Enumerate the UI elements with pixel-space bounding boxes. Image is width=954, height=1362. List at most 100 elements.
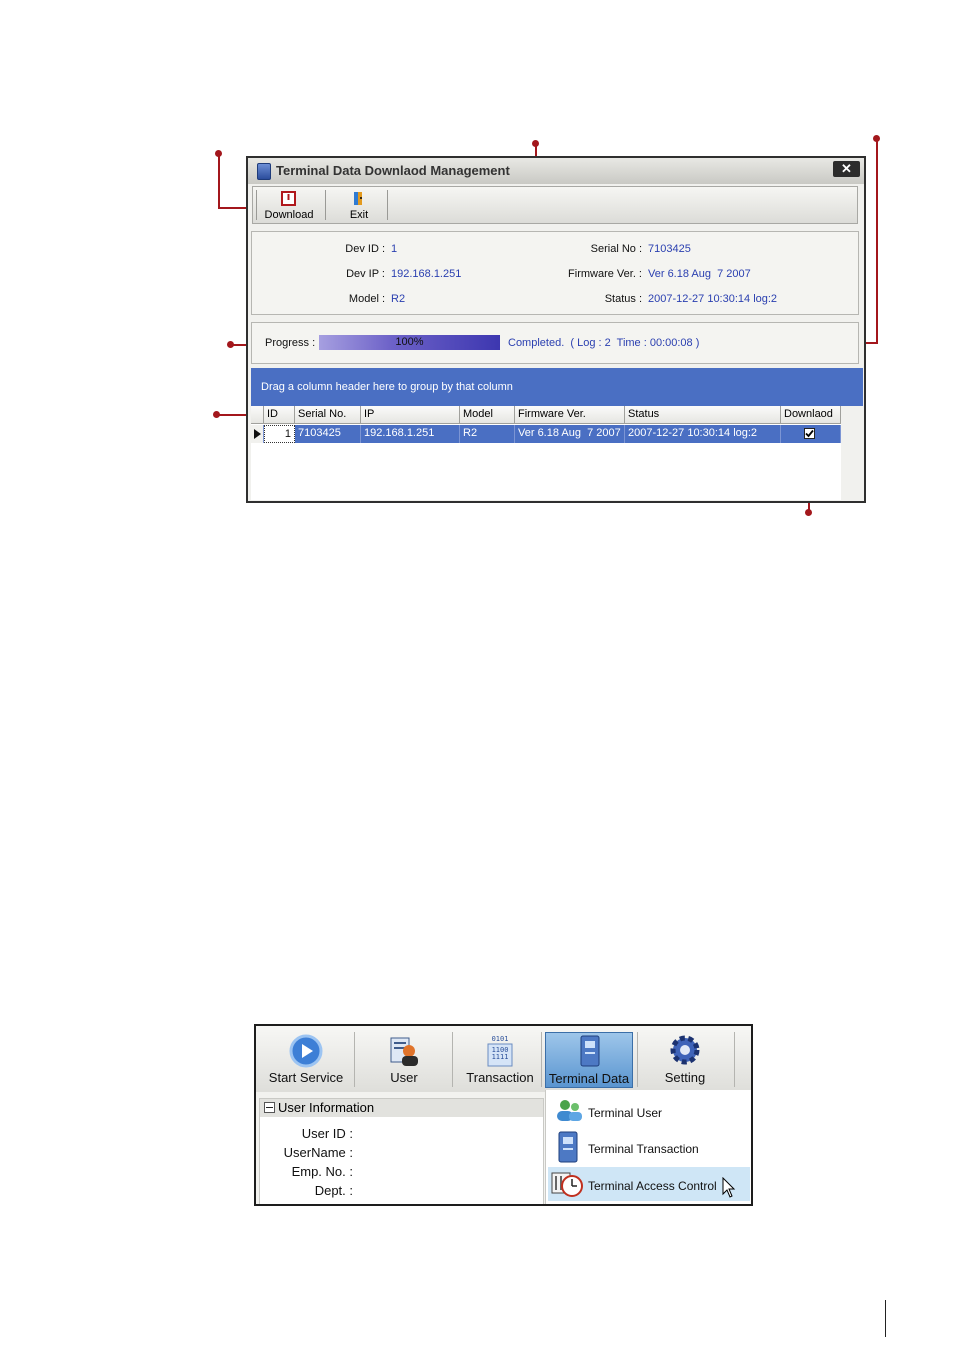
terminal-data-dropdown: Terminal User Terminal Transaction Termi… [545,1090,751,1204]
group-by-bar[interactable]: Drag a column header here to group by th… [251,368,863,406]
toolbar-separator [325,190,326,220]
toolbar-separator [637,1032,638,1087]
toolbar: Download Exit [252,186,858,224]
dev-id-label: Dev ID : [345,243,385,255]
model-value: R2 [391,293,406,305]
start-service-button[interactable]: Start Service [262,1032,350,1088]
device-grid: Drag a column header here to group by th… [251,368,863,500]
clock-icon [551,1172,583,1197]
row-indicator-header [251,406,264,424]
download-management-window: Terminal Data Downlaod Management ✕ Down… [246,156,866,503]
model-label: Model : [348,293,385,305]
app-icon [257,163,271,180]
cell-ip[interactable]: 192.168.1.251 [361,425,460,443]
start-service-label: Start Service [268,1070,344,1085]
row-indicator [251,425,264,443]
status-value: 2007-12-27 10:30:14 log:2 [648,293,778,305]
collapse-icon[interactable] [264,1102,275,1113]
emp-no-label: Emp. No. : [291,1164,353,1179]
cell-model[interactable]: R2 [460,425,515,443]
window-title: Terminal Data Downlaod Management [276,163,510,178]
column-header-serial[interactable]: Serial No. [295,406,361,424]
close-button[interactable]: ✕ [833,161,860,177]
cell-download[interactable] [781,425,841,443]
cell-serial[interactable]: 7103425 [295,425,361,443]
menu-item-terminal-access-control[interactable]: Terminal Access Control [548,1167,750,1201]
download-label: Download [264,209,314,221]
title-bar: Terminal Data Downlaod Management ✕ [248,158,864,184]
column-header-id[interactable]: ID [264,406,295,424]
menu-item-terminal-access-control-label: Terminal Access Control [588,1179,717,1193]
main-toolbar: Start Service User 0101 1100 1111 Transa… [256,1026,751,1092]
cell-firmware[interactable]: Ver 6.18 Aug 7 2007 [515,425,625,443]
user-label: User [390,1070,418,1085]
user-icon [390,1037,418,1066]
play-icon [289,1034,323,1068]
exit-button[interactable]: Exit [339,189,379,221]
binary-data-icon: 0101 1100 1111 [487,1035,513,1067]
transaction-button[interactable]: 0101 1100 1111 Transaction [456,1032,544,1088]
toolbar-separator [354,1032,355,1087]
setting-label: Setting [664,1070,706,1085]
terminal-data-icon [580,1035,600,1067]
user-id-label: User ID : [301,1126,353,1141]
row-pointer-icon [254,429,261,439]
terminal-icon [558,1131,578,1163]
user-information-header[interactable]: User Information [260,1099,543,1117]
user-button[interactable]: User [360,1032,448,1088]
serial-label: Serial No : [590,243,642,255]
menu-item-terminal-transaction[interactable]: Terminal Transaction [548,1130,750,1164]
checkmark-icon [805,429,814,438]
progress-percent: 100% [395,336,424,348]
cell-status[interactable]: 2007-12-27 10:30:14 log:2 [625,425,781,443]
users-icon [557,1100,582,1121]
download-icon [281,191,296,206]
column-header-download[interactable]: Downlaod [781,406,841,424]
toolbar-separator [734,1032,735,1087]
device-info-panel: Dev ID : 1 Dev IP : 192.168.1.251 Model … [251,231,859,315]
main-menu-window: Start Service User 0101 1100 1111 Transa… [254,1024,753,1206]
column-header-status[interactable]: Status [625,406,781,424]
user-information-title: User Information [278,1100,375,1115]
dept-label: Dept. : [314,1183,353,1198]
username-label: UserName : [283,1145,353,1160]
gear-icon [670,1035,700,1065]
dev-ip-value: 192.168.1.251 [391,268,462,280]
dev-ip-label: Dev IP : [346,268,385,280]
firmware-value: Ver 6.18 Aug 7 2007 [648,268,751,280]
column-header-firmware[interactable]: Firmware Ver. [515,406,625,424]
exit-label: Exit [349,209,369,221]
mouse-cursor-icon [722,1177,736,1198]
progress-label: Progress : [265,337,316,349]
menu-item-terminal-user-label: Terminal User [588,1106,663,1120]
toolbar-separator [387,190,388,220]
toolbar-separator [452,1032,453,1087]
dev-id-value: 1 [391,243,398,255]
transaction-label: Transaction [466,1070,534,1085]
download-button[interactable]: Download [261,189,317,221]
svg-text:0101: 0101 [492,1035,509,1043]
svg-text:1111: 1111 [492,1053,509,1061]
download-checkbox[interactable] [804,428,815,439]
page-margin-rule [885,1300,886,1337]
menu-item-terminal-user[interactable]: Terminal User [548,1094,750,1128]
progress-bar: 100% [319,335,500,350]
exit-icon [354,192,362,205]
serial-value: 7103425 [648,243,691,255]
column-header-ip[interactable]: IP [361,406,460,424]
firmware-label: Firmware Ver. : [568,268,642,280]
progress-message: Completed. ( Log : 2 Time : 00:00:08 ) [508,337,700,349]
group-hint: Drag a column header here to group by th… [261,381,513,393]
terminal-data-label: Terminal Data [548,1071,630,1086]
status-label: Status : [604,293,642,305]
progress-panel: Progress : 100% Completed. ( Log : 2 Tim… [251,322,859,364]
toolbar-separator [541,1032,542,1087]
user-information-panel: User Information User ID : UserName : Em… [259,1098,544,1204]
menu-item-terminal-transaction-label: Terminal Transaction [588,1142,699,1156]
terminal-data-button[interactable]: Terminal Data [545,1032,633,1088]
column-header-model[interactable]: Model [460,406,515,424]
grid-right-edge [841,406,863,500]
setting-button[interactable]: Setting [641,1032,729,1088]
cell-id[interactable]: 1 [264,425,295,443]
toolbar-grip [256,190,257,220]
